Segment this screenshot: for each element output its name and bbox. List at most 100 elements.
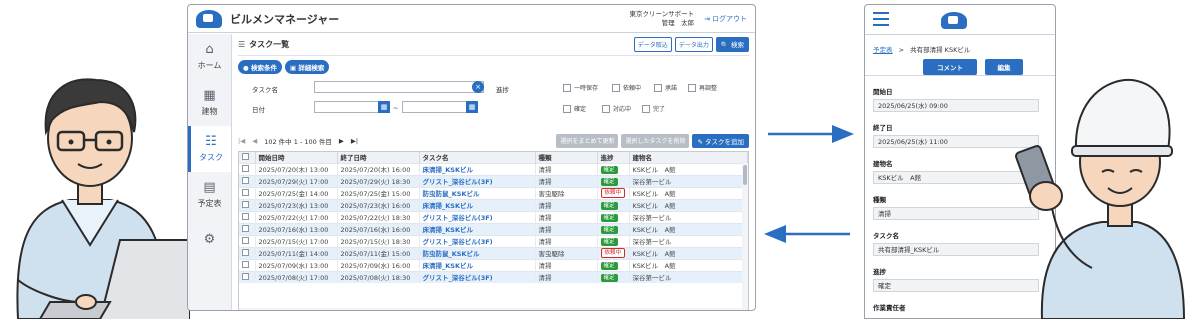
sidebar-item-task[interactable]: ☷ タスク bbox=[188, 126, 231, 172]
row-checkbox[interactable] bbox=[239, 222, 256, 235]
cell-task-name-link[interactable]: 床清掃_KSKビル bbox=[419, 258, 536, 271]
table-row[interactable]: 2025/07/09(水) 13:00 2025/07/09(水) 16:00 床清… bbox=[239, 258, 748, 271]
status-badge: 依頼中 bbox=[600, 248, 626, 258]
desktop-header: ビルメンマネージャー 東京クリーンサポート 管理 太郎 ⇥ ログアウト bbox=[188, 5, 755, 33]
cell-task-name-link[interactable]: 床清掃_KSKビル bbox=[419, 162, 536, 175]
hamburger-menu-icon[interactable] bbox=[873, 12, 889, 26]
cell-end: 2025/07/20(木) 16:00 bbox=[337, 162, 420, 175]
row-checkbox[interactable] bbox=[239, 234, 256, 247]
progress-checkbox-accepted[interactable]: 承諾 bbox=[654, 83, 677, 92]
breadcrumb-link-calendar[interactable]: 予定表 bbox=[873, 46, 893, 54]
cell-building: 深谷第一ビル bbox=[629, 174, 748, 187]
cell-type: 清掃 bbox=[535, 162, 598, 175]
sidebar-item-home[interactable]: ⌂ ホーム bbox=[188, 34, 231, 80]
tab-advanced-search[interactable]: ▣ 詳細検索 bbox=[284, 60, 330, 74]
sidebar-item-settings[interactable]: ⚙ bbox=[188, 218, 231, 264]
comment-button[interactable]: コメント bbox=[923, 59, 977, 75]
cell-type: 清掃 bbox=[535, 258, 598, 271]
calendar-icon[interactable]: ▦ bbox=[466, 101, 478, 113]
cell-start: 2025/07/11(金) 14:00 bbox=[255, 246, 338, 259]
cell-task-name-link[interactable]: 床清掃_KSKビル bbox=[419, 222, 536, 235]
column-header-end[interactable]: 終了日時 bbox=[337, 152, 420, 163]
table-row[interactable]: 2025/07/08(火) 17:00 2025/07/08(火) 18:30 グリ… bbox=[239, 270, 748, 283]
sidebar-item-building[interactable]: ▦ 建物 bbox=[188, 80, 231, 126]
export-button[interactable]: データ出力 bbox=[674, 37, 713, 52]
add-task-button[interactable]: ✎ タスクを追加 bbox=[692, 134, 749, 148]
column-header-building[interactable]: 建物名 bbox=[629, 152, 748, 163]
checkbox-label: 一時保存 bbox=[574, 85, 599, 92]
cell-status: 依頼中 bbox=[597, 186, 630, 199]
tab-search-conditions[interactable]: ● 検索条件 bbox=[238, 60, 282, 74]
cell-task-name-link[interactable]: 防虫防鼠_KSKビル bbox=[419, 246, 536, 259]
app-title: ビルメンマネージャー bbox=[230, 12, 340, 26]
add-task-label: タスクを追加 bbox=[705, 138, 744, 146]
sidebar-item-label: 予定表 bbox=[197, 199, 222, 208]
pager: |◀ ◀ 102 件中 1 - 100 件目 ▶ ▶| 選択をまとめて更新 選択… bbox=[238, 134, 749, 148]
sidebar-nav: ⌂ ホーム ▦ 建物 ☷ タスク ▤ 予定表 ⚙ bbox=[188, 34, 232, 310]
search-button[interactable]: 🔍 検索 bbox=[715, 37, 749, 52]
status-badge: 確定 bbox=[600, 165, 618, 174]
row-checkbox[interactable] bbox=[239, 246, 256, 259]
progress-checkbox-requested[interactable]: 依頼中 bbox=[612, 83, 641, 92]
column-header-status[interactable]: 進捗 bbox=[597, 152, 630, 163]
cell-end: 2025/07/16(水) 16:00 bbox=[337, 222, 420, 235]
table-row[interactable]: 2025/07/20(木) 13:00 2025/07/20(木) 16:00 床清… bbox=[239, 162, 748, 175]
progress-checkbox-confirmed[interactable]: 確定 bbox=[563, 104, 586, 113]
arrow-right-icon bbox=[768, 125, 854, 143]
task-name-input[interactable]: × bbox=[314, 81, 484, 93]
delete-selected-button[interactable]: 選択したタスクを削除 bbox=[621, 134, 690, 148]
row-checkbox[interactable] bbox=[239, 198, 256, 211]
cell-status: 確定 bbox=[597, 162, 630, 175]
column-header-type[interactable]: 種類 bbox=[535, 152, 598, 163]
date-from-input[interactable]: ▦ bbox=[314, 101, 390, 113]
cell-task-name-link[interactable]: グリスト_深谷ビル(3F) bbox=[419, 210, 536, 223]
progress-checkbox-draft[interactable]: 一時保存 bbox=[563, 83, 598, 92]
cell-task-name-link[interactable]: グリスト_深谷ビル(3F) bbox=[419, 270, 536, 283]
bulk-update-button[interactable]: 選択をまとめて更新 bbox=[556, 134, 619, 148]
table-row[interactable]: 2025/07/15(火) 17:00 2025/07/15(火) 18:30 グリ… bbox=[239, 234, 748, 247]
horizontal-scrollbar[interactable] bbox=[239, 308, 748, 310]
cell-end: 2025/07/15(火) 18:30 bbox=[337, 234, 420, 247]
cell-start: 2025/07/20(木) 13:00 bbox=[255, 162, 338, 175]
cell-type: 清掃 bbox=[535, 270, 598, 283]
row-checkbox[interactable] bbox=[239, 174, 256, 187]
row-checkbox[interactable] bbox=[239, 258, 256, 271]
table-row[interactable]: 2025/07/22(火) 17:00 2025/07/22(火) 18:30 グリ… bbox=[239, 210, 748, 223]
column-header-start[interactable]: 開始日時 bbox=[255, 152, 338, 163]
progress-checkbox-readjust[interactable]: 再調整 bbox=[688, 83, 717, 92]
row-checkbox[interactable] bbox=[239, 210, 256, 223]
column-header-task-name[interactable]: タスク名 bbox=[419, 152, 536, 163]
cell-task-name-link[interactable]: グリスト_深谷ビル(3F) bbox=[419, 174, 536, 187]
date-to-input[interactable]: ▦ bbox=[402, 101, 478, 113]
cell-type: 清掃 bbox=[535, 222, 598, 235]
calendar-icon[interactable]: ▦ bbox=[378, 101, 390, 113]
cell-task-name-link[interactable]: 床清掃_KSKビル bbox=[419, 198, 536, 211]
table-row[interactable]: 2025/07/16(水) 13:00 2025/07/16(水) 16:00 床清… bbox=[239, 222, 748, 235]
table-row[interactable]: 2025/07/25(金) 14:00 2025/07/25(金) 15:00 防虫… bbox=[239, 186, 748, 199]
app-logo bbox=[196, 9, 222, 28]
cell-type: 清掃 bbox=[535, 234, 598, 247]
home-icon: ⌂ bbox=[205, 42, 214, 57]
select-all-checkbox[interactable] bbox=[239, 152, 256, 163]
clear-icon[interactable]: × bbox=[472, 81, 484, 93]
progress-checkbox-in-progress[interactable]: 対応中 bbox=[602, 104, 631, 113]
row-checkbox[interactable] bbox=[239, 162, 256, 175]
table-row[interactable]: 2025/07/23(水) 13:00 2025/07/23(水) 16:00 床清… bbox=[239, 198, 748, 211]
last-page-icon[interactable]: ▶| bbox=[351, 137, 358, 145]
import-button[interactable]: データ取込 bbox=[633, 37, 672, 52]
sidebar-item-calendar[interactable]: ▤ 予定表 bbox=[188, 172, 231, 218]
table-row[interactable]: 2025/07/11(金) 14:00 2025/07/11(金) 15:00 防虫… bbox=[239, 246, 748, 259]
cell-task-name-link[interactable]: 防虫防鼠_KSKビル bbox=[419, 186, 536, 199]
cell-task-name-link[interactable]: グリスト_深谷ビル(3F) bbox=[419, 234, 536, 247]
logout-button[interactable]: ⇥ ログアウト bbox=[704, 14, 747, 24]
row-checkbox[interactable] bbox=[239, 270, 256, 283]
logout-icon: ⇥ bbox=[704, 14, 710, 23]
row-checkbox[interactable] bbox=[239, 186, 256, 199]
next-page-icon[interactable]: ▶ bbox=[339, 137, 344, 145]
first-page-icon[interactable]: |◀ bbox=[238, 137, 245, 145]
progress-checkbox-done[interactable]: 完了 bbox=[642, 104, 665, 113]
table-row[interactable]: 2025/07/29(火) 17:00 2025/07/29(火) 18:30 グリ… bbox=[239, 174, 748, 187]
prev-page-icon[interactable]: ◀ bbox=[252, 137, 257, 145]
building-icon: ▦ bbox=[203, 88, 216, 103]
vertical-scrollbar[interactable] bbox=[742, 163, 748, 308]
